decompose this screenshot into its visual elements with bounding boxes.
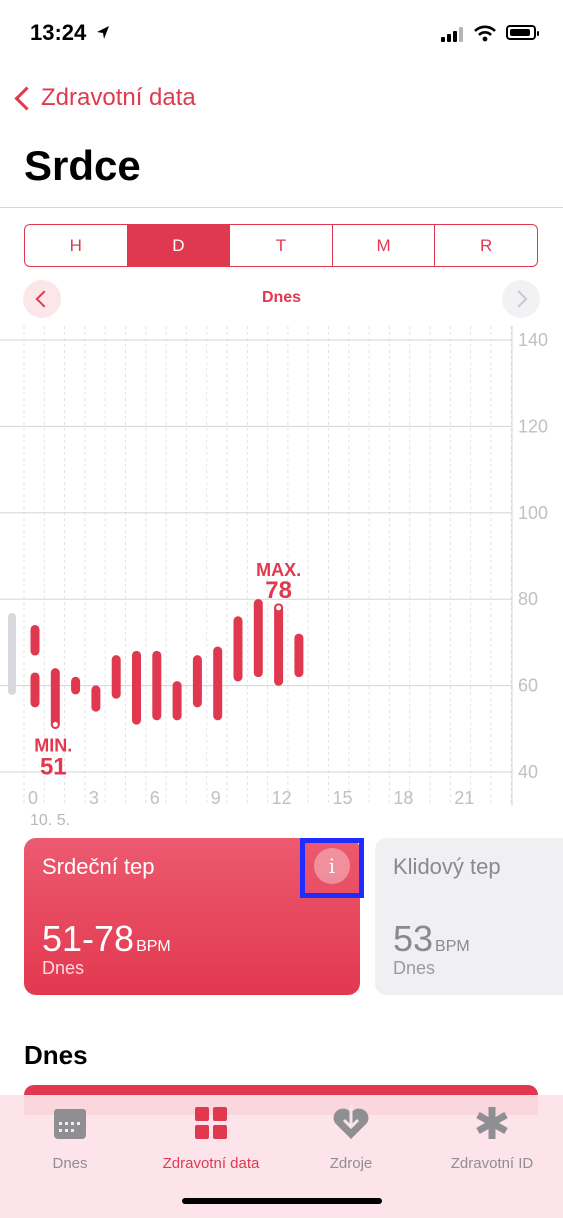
card-title: Srdeční tep: [42, 854, 155, 879]
x-tick-label: 3: [89, 788, 99, 808]
cellular-signal-icon: [441, 26, 467, 42]
location-arrow-icon: [97, 26, 109, 39]
tab-label: Zdravotní ID: [450, 1155, 534, 1172]
wifi-icon: [474, 25, 496, 42]
segment-day[interactable]: D: [127, 225, 231, 266]
back-label: Zdravotní data: [41, 84, 196, 111]
y-tick-label: 80: [518, 589, 538, 609]
back-button[interactable]: Zdravotní data: [12, 84, 196, 112]
divider: [0, 207, 563, 208]
segment-year[interactable]: R: [435, 225, 537, 266]
tab-label: Dnes: [52, 1155, 88, 1172]
x-tick-label: 21: [454, 788, 474, 808]
chart-date-label: 10. 5.: [30, 812, 71, 829]
card-value: 51-78 BPM: [42, 918, 171, 959]
y-tick-label: 140: [518, 330, 548, 350]
heart-rate-chart[interactable]: 140120100806040 0 3 6 9 12 15 18 21 MAX.78MIN.5…: [0, 326, 563, 816]
asterisk-icon: [476, 1107, 508, 1139]
chevron-left-icon: [14, 85, 39, 111]
period-segmented-control: H D T M R: [24, 224, 538, 267]
status-time: 13:24: [30, 20, 87, 45]
card-title: Klidový tep: [393, 854, 501, 879]
x-tick-label: 9: [211, 788, 221, 808]
y-tick-label: 60: [518, 676, 538, 696]
highlight-box: [300, 838, 364, 898]
section-title: Dnes: [24, 1040, 88, 1070]
chart-bars: [30, 599, 304, 729]
x-tick-label: 18: [393, 788, 413, 808]
segment-month[interactable]: M: [333, 225, 436, 266]
max-value: 78: [265, 577, 292, 604]
heart-download-icon: [333, 1105, 369, 1139]
max-marker: [274, 603, 284, 613]
min-value: 51: [40, 753, 67, 780]
tab-label: Zdravotní data: [162, 1155, 260, 1172]
y-tick-label: 100: [518, 503, 548, 523]
battery-icon: [506, 25, 539, 40]
tab-medical-id[interactable]: Zdravotní ID: [422, 1103, 562, 1172]
segment-hour[interactable]: H: [25, 225, 128, 266]
min-label: MIN.: [34, 735, 72, 755]
date-label: Dnes: [261, 289, 302, 306]
segment-week[interactable]: T: [230, 225, 333, 266]
x-tick-label: 0: [28, 788, 38, 808]
x-tick-label: 15: [333, 788, 353, 808]
y-tick-label: 120: [518, 416, 548, 436]
x-tick-label: 6: [150, 788, 160, 808]
scroll-handle[interactable]: [8, 613, 16, 695]
chevron-right-icon: [510, 290, 528, 308]
y-tick-label: 40: [518, 762, 538, 782]
card-subtitle: Dnes: [393, 958, 436, 978]
card-value: 53 BPM: [393, 918, 470, 959]
calendar-icon: [54, 1109, 86, 1139]
x-axis-labels: 0 3 6 9 12 15 18 21: [28, 788, 474, 808]
tab-label: Zdroje: [329, 1155, 373, 1172]
min-marker: [50, 719, 60, 729]
grid-icon: [195, 1107, 227, 1139]
home-indicator: [182, 1198, 382, 1204]
tab-today[interactable]: Dnes: [0, 1103, 140, 1172]
y-axis-labels: 140 120 100 80 60 40: [518, 330, 548, 782]
page-title: Srdce: [24, 142, 141, 189]
card-subtitle: Dnes: [42, 958, 85, 978]
tab-health-data[interactable]: Zdravotní data: [141, 1103, 281, 1172]
tab-sources[interactable]: Zdroje: [281, 1103, 421, 1172]
x-tick-label: 12: [272, 788, 292, 808]
next-day-button[interactable]: [502, 280, 540, 318]
resting-heart-rate-card[interactable]: Klidový tep 53 BPM Dnes: [375, 838, 563, 995]
